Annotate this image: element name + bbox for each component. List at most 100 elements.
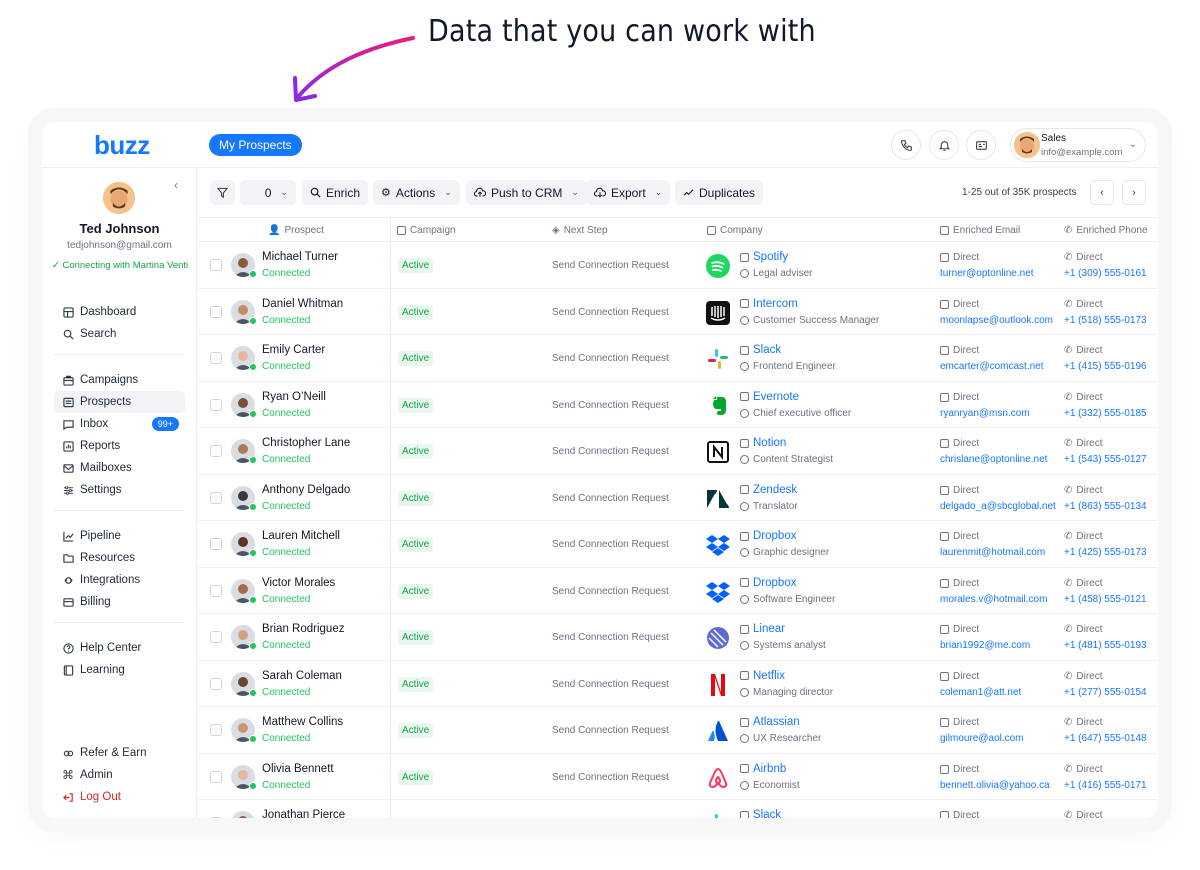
table-row[interactable]: Victor Morales Connected Active Send Connec… — [198, 568, 1158, 614]
sidebar-item-logout[interactable]: Log Out — [54, 786, 185, 808]
notifications-button[interactable] — [929, 130, 959, 160]
tab-my-prospects[interactable]: My Prospects — [209, 134, 302, 156]
phone-link[interactable]: +1 (481) 555-0193 — [1064, 640, 1147, 651]
prospect-name[interactable]: Lauren Mitchell — [262, 530, 340, 542]
column-header-next-step[interactable]: ◈ Next Step — [552, 225, 608, 236]
sidebar-item-mailboxes[interactable]: Mailboxes — [54, 457, 185, 479]
enrich-button[interactable]: Enrich — [302, 180, 369, 205]
row-checkbox[interactable] — [210, 259, 222, 271]
phone-link[interactable]: +1 (543) 555-0127 — [1064, 454, 1147, 465]
phone-link[interactable]: +1 (647) 555-0148 — [1064, 733, 1147, 744]
column-header-prospect[interactable]: 👤 Prospect — [268, 225, 324, 236]
prospect-name[interactable]: Emily Carter — [262, 344, 325, 356]
phone-button[interactable] — [891, 130, 921, 160]
email-link[interactable]: coleman1@att.net — [940, 687, 1021, 698]
table-row[interactable]: Daniel Whitman Connected Active Send Connec… — [198, 289, 1158, 335]
duplicates-button[interactable]: Duplicates — [675, 180, 764, 205]
company-link[interactable]: Notion — [740, 437, 786, 449]
row-checkbox[interactable] — [210, 491, 222, 504]
table-row[interactable]: Sarah Coleman Connected Active Send Connect… — [198, 661, 1158, 707]
phone-link[interactable]: +1 (332) 555-0185 — [1064, 408, 1147, 419]
company-link[interactable]: Atlassian — [740, 716, 800, 728]
email-link[interactable]: gilmoure@aol.com — [940, 733, 1024, 744]
row-checkbox[interactable] — [210, 584, 222, 597]
table-row[interactable]: Lauren Mitchell Connected Active Send Conne… — [198, 521, 1158, 568]
prospect-name[interactable]: Brian Rodriguez — [262, 623, 344, 635]
export-button[interactable]: Export ⌄ — [586, 180, 671, 205]
email-link[interactable]: bennett.olivia@yahoo.ca — [940, 780, 1050, 791]
prospect-name[interactable]: Matthew Collins — [262, 716, 343, 728]
row-checkbox[interactable] — [210, 677, 222, 690]
table-row[interactable]: Emily Carter Connected Active Send Connecti… — [198, 335, 1158, 382]
sidebar-item-campaigns[interactable]: Campaigns — [54, 369, 185, 391]
prospect-name[interactable]: Anthony Delgado — [262, 484, 350, 496]
prospect-name[interactable]: Christopher Lane — [262, 437, 350, 449]
row-checkbox[interactable] — [210, 445, 222, 457]
table-row[interactable]: Olivia Bennett Connected Active Send Connec… — [198, 754, 1158, 800]
phone-link[interactable]: +1 (425) 555-0173 — [1064, 547, 1147, 558]
table-row[interactable]: Ryan O’Neill Connected Active Send Connecti… — [198, 382, 1158, 428]
email-link[interactable]: moonlapse@outlook.com — [940, 315, 1053, 326]
company-link[interactable]: Airbnb — [740, 763, 786, 775]
prospect-name[interactable]: Ryan O’Neill — [262, 391, 326, 403]
collapse-sidebar-icon[interactable]: ‹ — [174, 178, 178, 192]
table-row[interactable]: Jonathan Pierce Slack Direct ✆ Direct — [198, 800, 1158, 818]
selection-count-select[interactable]: 0 ⌄ — [240, 180, 296, 205]
prospect-name[interactable]: Daniel Whitman — [262, 298, 343, 310]
company-link[interactable]: Slack — [740, 344, 781, 356]
user-menu[interactable]: Sales info@example.com ⌄ — [1010, 128, 1146, 162]
row-checkbox[interactable] — [210, 724, 222, 736]
column-header-campaign[interactable]: Campaign — [397, 225, 456, 236]
table-row[interactable]: Michael Turner Connected Active Send Connec… — [198, 242, 1158, 289]
row-checkbox[interactable] — [210, 538, 222, 550]
actions-button[interactable]: ⚙ Actions ⌄ — [373, 180, 460, 205]
table-row[interactable]: Christopher Lane Connected Active Send Conn… — [198, 428, 1158, 475]
company-link[interactable]: Evernote — [740, 391, 799, 403]
email-link[interactable]: ryanryan@msn.com — [940, 408, 1030, 419]
sidebar-item-inbox[interactable]: Inbox 99+ — [54, 413, 185, 435]
email-link[interactable]: emcarter@comcast.net — [940, 361, 1044, 372]
table-row[interactable]: Matthew Collins Connected Active Send Conne… — [198, 707, 1158, 754]
phone-link[interactable]: +1 (277) 555-0154 — [1064, 687, 1147, 698]
company-link[interactable]: Slack — [740, 809, 781, 818]
email-link[interactable]: brian1992@me.com — [940, 640, 1030, 651]
sidebar-item-integrations[interactable]: Integrations — [54, 569, 185, 591]
column-header-email[interactable]: Enriched Email — [940, 225, 1020, 236]
column-header-phone[interactable]: ✆ Enriched Phone — [1064, 225, 1148, 236]
prospect-name[interactable]: Sarah Coleman — [262, 670, 342, 682]
company-link[interactable]: Dropbox — [740, 530, 796, 542]
email-link[interactable]: chrislane@optonline.net — [940, 454, 1047, 465]
company-link[interactable]: Spotify — [740, 251, 788, 263]
sidebar-item-prospects[interactable]: Prospects — [54, 391, 185, 413]
phone-link[interactable]: +1 (415) 555-0196 — [1064, 361, 1147, 372]
sidebar-item-refer[interactable]: Refer & Earn — [54, 742, 185, 764]
company-link[interactable]: Dropbox — [740, 577, 796, 589]
email-link[interactable]: turner@optonline.net — [940, 268, 1034, 279]
phone-link[interactable]: +1 (458) 555-0121 — [1064, 594, 1147, 605]
phone-link[interactable]: +1 (863) 555-0134 — [1064, 501, 1147, 512]
sidebar-item-settings[interactable]: Settings — [54, 479, 185, 501]
prospect-name[interactable]: Jonathan Pierce — [262, 809, 345, 818]
prospect-name[interactable]: Victor Morales — [262, 577, 335, 589]
company-link[interactable]: Linear — [740, 623, 785, 635]
company-link[interactable]: Zendesk — [740, 484, 797, 496]
table-row[interactable]: Anthony Delgado Connected Active Send Conne… — [198, 475, 1158, 521]
prev-page-button[interactable]: ‹ — [1090, 180, 1114, 205]
sidebar-item-billing[interactable]: Billing — [54, 591, 185, 613]
row-checkbox[interactable] — [210, 398, 222, 411]
contacts-button[interactable] — [966, 130, 996, 160]
email-link[interactable]: delgado_a@sbcglobal.net — [940, 501, 1056, 512]
row-checkbox[interactable] — [210, 305, 222, 318]
sidebar-item-admin[interactable]: ⌘ Admin — [54, 764, 185, 786]
prospect-name[interactable]: Olivia Bennett — [262, 763, 334, 775]
filter-button[interactable] — [210, 180, 235, 205]
phone-link[interactable]: +1 (416) 555-0171 — [1064, 780, 1147, 791]
column-header-company[interactable]: Company — [707, 225, 763, 236]
next-page-button[interactable]: › — [1122, 180, 1146, 205]
push-to-crm-button[interactable]: Push to CRM ⌄ — [466, 180, 587, 205]
phone-link[interactable]: +1 (309) 555-0161 — [1064, 268, 1147, 279]
row-checkbox[interactable] — [210, 631, 222, 643]
company-link[interactable]: Intercom — [740, 298, 798, 310]
sidebar-item-pipeline[interactable]: Pipeline — [54, 525, 185, 547]
sidebar-item-dashboard[interactable]: Dashboard — [54, 301, 185, 323]
